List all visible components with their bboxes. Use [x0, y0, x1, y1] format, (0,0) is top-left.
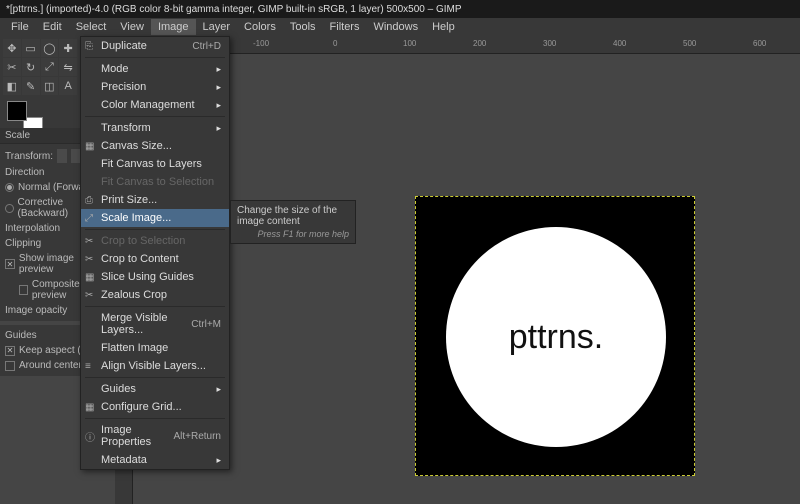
radio-corrective[interactable]	[5, 204, 14, 213]
menu-item-color-mgmt[interactable]: Color Management▸	[81, 96, 229, 114]
menu-item-scale-image[interactable]: ⤢Scale Image...	[81, 209, 229, 227]
menu-item-zealous[interactable]: ✂Zealous Crop	[81, 286, 229, 304]
chevron-right-icon: ▸	[216, 123, 221, 134]
menu-item-grid[interactable]: ▦Configure Grid...	[81, 398, 229, 416]
tool-lasso[interactable]: ◯	[41, 39, 59, 57]
menu-colors[interactable]: Colors	[237, 19, 283, 35]
menu-view[interactable]: View	[113, 19, 151, 35]
tool-fuzzy[interactable]: ✚	[59, 39, 77, 57]
menu-item-slice[interactable]: ▦Slice Using Guides	[81, 268, 229, 286]
menubar: File Edit Select View Image Layer Colors…	[0, 18, 800, 36]
guides-label: Guides	[5, 330, 37, 341]
menu-item-transform[interactable]: Transform▸	[81, 119, 229, 137]
menu-item-print-size[interactable]: ⎙Print Size...	[81, 191, 229, 209]
grid-icon: ▦	[85, 402, 97, 413]
tooltip-text: Change the size of the image content	[237, 205, 349, 227]
menu-item-precision[interactable]: Precision▸	[81, 78, 229, 96]
interpolation-label: Interpolation	[5, 223, 60, 234]
crop-icon: ✂	[85, 236, 97, 247]
menu-item-crop-selection: ✂Crop to Selection	[81, 232, 229, 250]
menu-filters[interactable]: Filters	[323, 19, 367, 35]
tool-bucket[interactable]: ◧	[3, 77, 21, 95]
transform-opt-1[interactable]	[57, 149, 67, 163]
menu-item-crop-content[interactable]: ✂Crop to Content	[81, 250, 229, 268]
menu-file[interactable]: File	[4, 19, 36, 35]
transform-label: Transform:	[5, 151, 53, 162]
image-menu-dropdown: ⎘DuplicateCtrl+D Mode▸ Precision▸ Color …	[80, 36, 230, 470]
tool-text[interactable]: A	[59, 77, 77, 95]
print-icon: ⎙	[85, 195, 97, 206]
tool-eraser[interactable]: ◫	[41, 77, 59, 95]
ruler-horizontal: -200 -100 0 100 200 300 400 500 600	[133, 36, 800, 54]
menu-item-properties[interactable]: ⓘImage PropertiesAlt+Return	[81, 421, 229, 451]
fg-color-swatch[interactable]	[7, 101, 27, 121]
chevron-right-icon: ▸	[216, 455, 221, 466]
crop-icon: ✂	[85, 290, 97, 301]
logo-text: pttrns.	[509, 318, 603, 357]
chevron-right-icon: ▸	[216, 100, 221, 111]
align-icon: ≡	[85, 361, 97, 372]
tool-flip[interactable]: ⇋	[59, 58, 77, 76]
clipping-label: Clipping	[5, 238, 41, 249]
tool-rotate[interactable]: ↻	[22, 58, 40, 76]
menu-item-guides[interactable]: Guides▸	[81, 380, 229, 398]
window-title: *[pttrns.] (imported)-4.0 (RGB color 8-b…	[0, 0, 800, 18]
radio-normal[interactable]	[5, 183, 14, 192]
chevron-right-icon: ▸	[216, 64, 221, 75]
logo-circle: pttrns.	[446, 227, 666, 447]
tool-move[interactable]: ✥	[3, 39, 21, 57]
chk-around-center[interactable]	[5, 361, 15, 371]
canvas-icon: ▦	[85, 141, 97, 152]
menu-item-canvas-size[interactable]: ▦Canvas Size...	[81, 137, 229, 155]
menu-windows[interactable]: Windows	[366, 19, 425, 35]
chevron-right-icon: ▸	[216, 82, 221, 93]
menu-item-merge[interactable]: Merge Visible Layers...Ctrl+M	[81, 309, 229, 339]
canvas-image[interactable]: pttrns.	[415, 196, 695, 476]
tool-crop[interactable]: ✂	[3, 58, 21, 76]
menu-edit[interactable]: Edit	[36, 19, 69, 35]
chk-show-preview[interactable]: ✕	[5, 259, 15, 269]
chk-composited[interactable]	[19, 285, 28, 295]
menu-item-flatten[interactable]: Flatten Image	[81, 339, 229, 357]
menu-item-fit-layers[interactable]: Fit Canvas to Layers	[81, 155, 229, 173]
tool-brush[interactable]: ✎	[22, 77, 40, 95]
chevron-right-icon: ▸	[216, 384, 221, 395]
menu-tools[interactable]: Tools	[283, 19, 323, 35]
info-icon: ⓘ	[85, 429, 97, 444]
chk-keep-aspect[interactable]: ✕	[5, 346, 15, 356]
tooltip-help: Press F1 for more help	[237, 229, 349, 239]
menu-item-metadata[interactable]: Metadata▸	[81, 451, 229, 469]
crop-icon: ✂	[85, 254, 97, 265]
slice-icon: ▦	[85, 272, 97, 283]
scale-icon: ⤢	[85, 213, 97, 224]
menu-layer[interactable]: Layer	[196, 19, 238, 35]
menu-item-fit-selection: Fit Canvas to Selection	[81, 173, 229, 191]
menu-item-align[interactable]: ≡Align Visible Layers...	[81, 357, 229, 375]
duplicate-icon: ⎘	[85, 41, 97, 52]
tool-rect-select[interactable]: ▭	[22, 39, 40, 57]
menu-item-duplicate[interactable]: ⎘DuplicateCtrl+D	[81, 37, 229, 55]
menu-help[interactable]: Help	[425, 19, 462, 35]
menu-item-mode[interactable]: Mode▸	[81, 60, 229, 78]
menu-select[interactable]: Select	[69, 19, 114, 35]
tooltip: Change the size of the image content Pre…	[230, 200, 356, 244]
tool-scale[interactable]: ⤢	[41, 58, 59, 76]
menu-image[interactable]: Image	[151, 19, 196, 35]
